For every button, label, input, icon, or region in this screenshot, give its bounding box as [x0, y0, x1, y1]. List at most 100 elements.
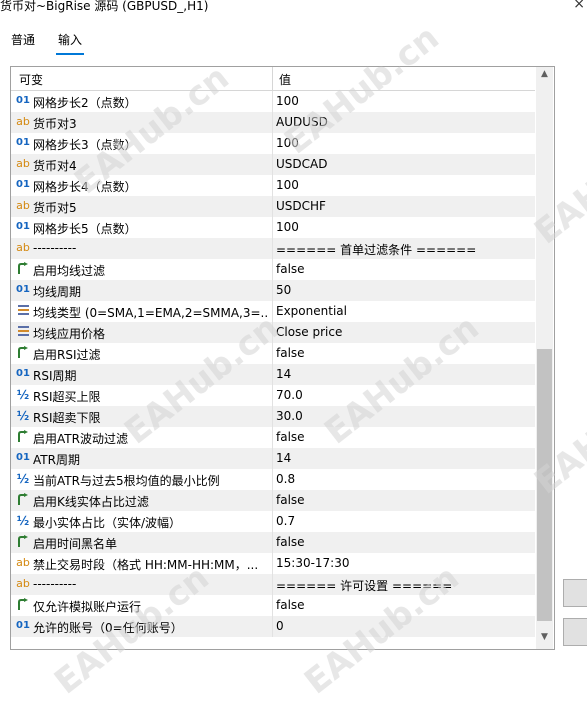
table-row[interactable]: 启用时间黑名单 false	[11, 532, 535, 553]
table-header: 可变 值	[11, 67, 535, 91]
parameter-name: RSI周期	[33, 369, 77, 383]
parameter-value[interactable]: 0.8	[276, 472, 295, 486]
parameter-value[interactable]: 70.0	[276, 388, 303, 402]
string-type-icon: ab	[16, 115, 30, 128]
tab-inputs[interactable]: 输入	[58, 31, 82, 48]
parameter-name: 货币对5	[33, 201, 77, 215]
scroll-up-icon[interactable]: ▲	[536, 69, 553, 83]
double-type-icon: ½	[16, 409, 30, 423]
cell-divider	[272, 301, 273, 322]
column-header-variable[interactable]: 可变	[19, 71, 43, 88]
side-button-2[interactable]	[563, 618, 587, 646]
title-bar: 货币对~BigRise 源码 (GBPUSD_,H1) ×	[0, 0, 587, 16]
table-row[interactable]: ab 禁止交易时段（格式 HH:MM-HH:MM，... 15:30-17:30	[11, 553, 535, 574]
cell-divider	[272, 595, 273, 616]
table-row[interactable]: 均线类型 (0=SMA,1=EMA,2=SMMA,3=... Exponentia…	[11, 301, 535, 322]
table-row[interactable]: ½ 当前ATR与过去5根均值的最小比例 0.8	[11, 469, 535, 490]
table-row[interactable]: 01 均线周期 50	[11, 280, 535, 301]
table-row[interactable]: ab ---------- ====== 首单过滤条件 ======	[11, 238, 535, 259]
table-row[interactable]: 01 RSI周期 14	[11, 364, 535, 385]
integer-type-icon: 01	[16, 179, 30, 190]
table-row[interactable]: ½ 最小实体占比（实体/波幅） 0.7	[11, 511, 535, 532]
parameter-value[interactable]: 15:30-17:30	[276, 556, 350, 570]
table-row[interactable]: 均线应用价格 Close price	[11, 322, 535, 343]
parameter-value[interactable]: ====== 许可设置 ======	[276, 577, 452, 594]
table-row[interactable]: 01 网格步长4（点数） 100	[11, 175, 535, 196]
cell-divider	[272, 364, 273, 385]
tab-general[interactable]: 普通	[11, 31, 35, 48]
table-row[interactable]: 启用ATR波动过滤 false	[11, 427, 535, 448]
cell-divider	[272, 238, 273, 259]
double-type-icon: ½	[16, 472, 30, 486]
parameter-value[interactable]: USDCHF	[276, 199, 326, 213]
parameter-name: RSI超买上限	[33, 390, 101, 404]
table-row[interactable]: ½ RSI超买上限 70.0	[11, 385, 535, 406]
parameter-value[interactable]: 50	[276, 283, 291, 297]
integer-type-icon: 01	[16, 137, 30, 148]
cell-divider	[272, 511, 273, 532]
table-row[interactable]: ab ---------- ====== 许可设置 ======	[11, 574, 535, 595]
table-row[interactable]: 启用K线实体占比过滤 false	[11, 490, 535, 511]
table-row[interactable]: 01 网格步长3（点数） 100	[11, 133, 535, 154]
table-row[interactable]: ab 货币对4 USDCAD	[11, 154, 535, 175]
parameter-name: 启用时间黑名单	[33, 537, 118, 551]
parameter-name: 均线类型 (0=SMA,1=EMA,2=SMMA,3=...	[33, 306, 269, 320]
cell-divider	[272, 406, 273, 427]
close-icon[interactable]: ×	[573, 0, 585, 12]
table-row[interactable]: 启用均线过滤 false	[11, 259, 535, 280]
parameter-value[interactable]: AUDUSD	[276, 115, 328, 129]
cell-divider	[272, 175, 273, 196]
parameter-name: 禁止交易时段（格式 HH:MM-HH:MM，...	[33, 558, 259, 572]
table-row[interactable]: 仅允许模拟账户运行 false	[11, 595, 535, 616]
parameter-value[interactable]: false	[276, 598, 305, 612]
parameter-name: 启用ATR波动过滤	[33, 432, 128, 446]
parameter-value[interactable]: false	[276, 493, 305, 507]
parameter-value[interactable]: 14	[276, 367, 291, 381]
vertical-scrollbar[interactable]: ▲ ▼	[536, 67, 553, 649]
parameter-name: ----------	[33, 577, 77, 591]
table-row[interactable]: ab 货币对5 USDCHF	[11, 196, 535, 217]
parameter-value[interactable]: false	[276, 346, 305, 360]
scroll-down-icon[interactable]: ▼	[536, 632, 553, 646]
table-row[interactable]: 01 允许的账号（0=任何账号） 0	[11, 616, 535, 637]
table-row[interactable]: 01 网格步长5（点数） 100	[11, 217, 535, 238]
parameter-value[interactable]: 100	[276, 178, 299, 192]
parameter-name: 仅允许模拟账户运行	[33, 600, 142, 614]
string-type-icon: ab	[16, 577, 30, 590]
parameter-name: 网格步长5（点数）	[33, 222, 137, 236]
string-type-icon: ab	[16, 199, 30, 212]
integer-type-icon: 01	[16, 452, 30, 463]
double-type-icon: ½	[16, 388, 30, 402]
parameter-name: 最小实体占比（实体/波幅）	[33, 516, 182, 530]
parameter-value[interactable]: 0	[276, 619, 284, 633]
parameter-value[interactable]: false	[276, 262, 305, 276]
parameter-value[interactable]: 100	[276, 136, 299, 150]
table-row[interactable]: 01 ATR周期 14	[11, 448, 535, 469]
table-row[interactable]: 启用RSI过滤 false	[11, 343, 535, 364]
parameter-name: ATR周期	[33, 453, 80, 467]
integer-type-icon: 01	[16, 368, 30, 379]
parameter-value[interactable]: 30.0	[276, 409, 303, 423]
scroll-thumb[interactable]	[537, 349, 552, 621]
parameter-value[interactable]: 0.7	[276, 514, 295, 528]
side-button-1[interactable]	[563, 579, 587, 607]
parameter-value[interactable]: 100	[276, 220, 299, 234]
parameter-value[interactable]: Exponential	[276, 304, 347, 318]
parameter-value[interactable]: 100	[276, 94, 299, 108]
table-row[interactable]: ½ RSI超卖下限 30.0	[11, 406, 535, 427]
column-header-value[interactable]: 值	[279, 71, 291, 88]
parameter-value[interactable]: USDCAD	[276, 157, 327, 171]
string-type-icon: ab	[16, 157, 30, 170]
window-title: 货币对~BigRise 源码 (GBPUSD_,H1)	[0, 0, 209, 13]
cell-divider	[272, 490, 273, 511]
parameter-value[interactable]: false	[276, 535, 305, 549]
parameter-value[interactable]: ====== 首单过滤条件 ======	[276, 241, 476, 258]
parameter-value[interactable]: false	[276, 430, 305, 444]
parameter-value[interactable]: Close price	[276, 325, 342, 339]
table-row[interactable]: 01 网格步长2（点数） 100	[11, 91, 535, 112]
parameter-value[interactable]: 14	[276, 451, 291, 465]
bool-type-icon	[15, 598, 31, 612]
parameter-name: ----------	[33, 241, 77, 255]
table-row[interactable]: ab 货币对3 AUDUSD	[11, 112, 535, 133]
column-divider[interactable]	[272, 67, 273, 90]
